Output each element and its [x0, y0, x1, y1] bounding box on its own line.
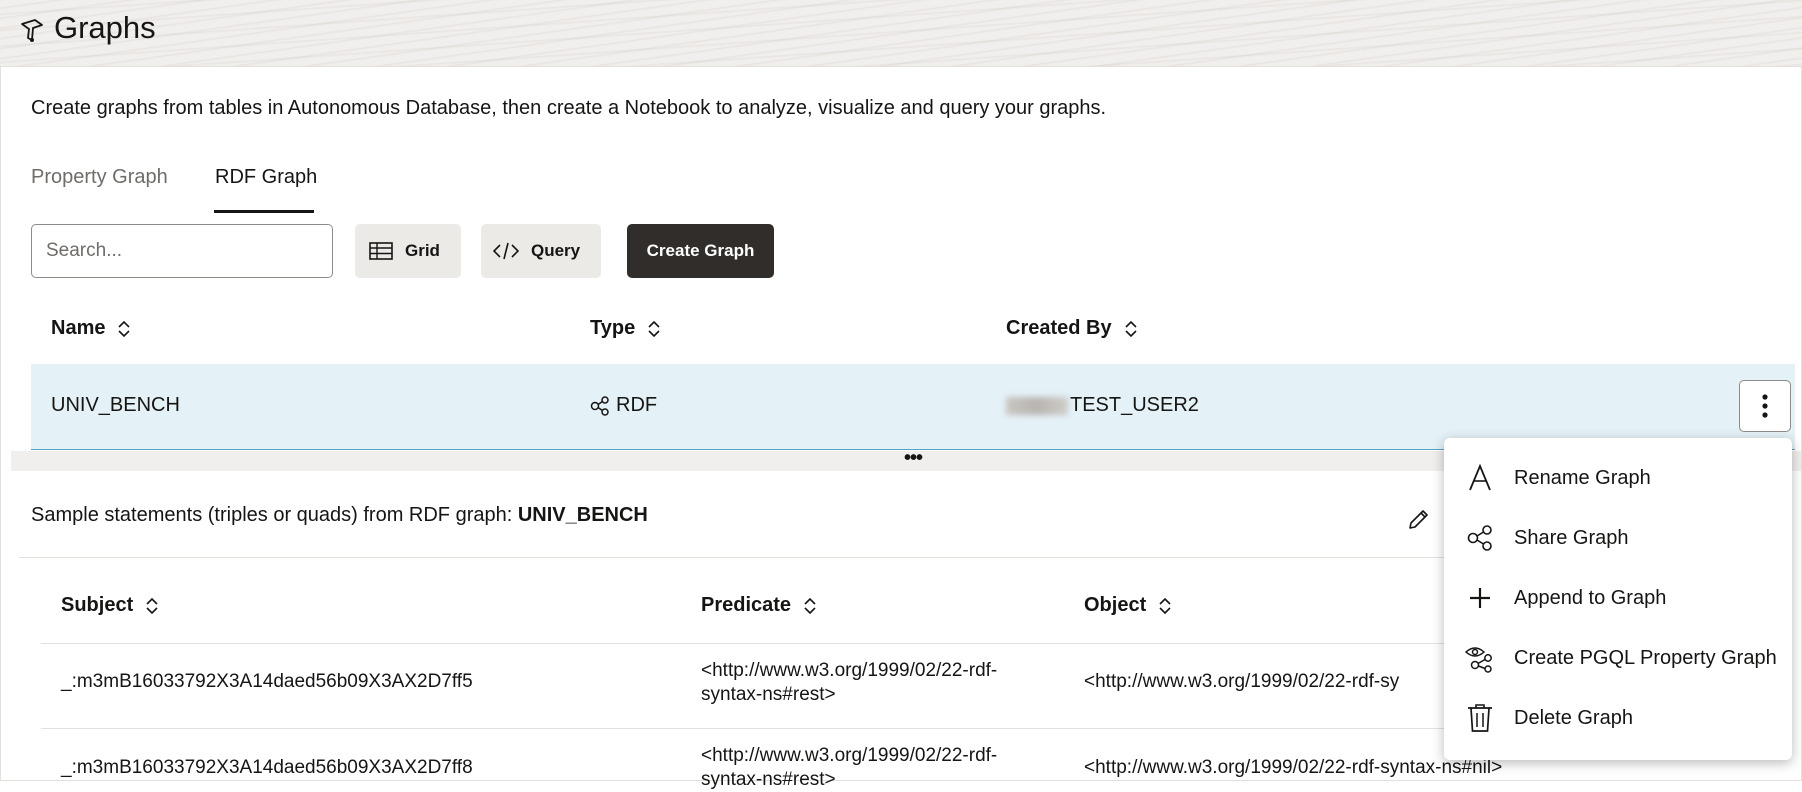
grid-icon — [369, 242, 393, 260]
graph-name-cell: UNIV_BENCH — [51, 394, 180, 416]
query-view-button[interactable]: Query — [481, 224, 601, 278]
kebab-menu-icon — [1762, 394, 1768, 418]
subject-cell: _:m3mB16033792X3A14daed56b09X3AX2D7ff8 — [61, 757, 473, 778]
sample-graph-name: UNIV_BENCH — [517, 504, 648, 526]
sort-icon — [146, 597, 158, 614]
sort-icon — [804, 597, 816, 614]
pgql-graph-icon — [1465, 647, 1492, 673]
sort-icon — [118, 320, 131, 337]
column-header-subject[interactable]: Subject — [61, 594, 159, 617]
code-icon — [493, 242, 519, 260]
menu-item-create-pgql-property-graph[interactable]: Create PGQL Property Graph — [1444, 628, 1792, 688]
redacted-text — [1006, 396, 1068, 415]
row-divider — [41, 728, 1471, 729]
edit-pencil-icon[interactable] — [1407, 507, 1431, 531]
divider — [19, 557, 1469, 558]
rename-icon — [1469, 464, 1491, 491]
sort-icon — [648, 320, 660, 337]
active-tab-indicator — [214, 210, 314, 213]
splitter-handle[interactable]: ••• — [904, 448, 923, 468]
trash-icon — [1468, 704, 1492, 732]
plus-icon — [1470, 588, 1490, 608]
rdf-graph-icon — [590, 395, 609, 416]
column-header-predicate[interactable]: Predicate — [701, 594, 817, 617]
created-by-cell: TEST_USER2 — [1006, 394, 1199, 417]
row-actions-menu: Rename Graph Share Graph Append to Graph — [1444, 438, 1792, 760]
menu-item-delete-graph[interactable]: Delete Graph — [1444, 688, 1792, 748]
menu-item-rename-graph[interactable]: Rename Graph — [1444, 448, 1792, 508]
subject-cell: _:m3mB16033792X3A14daed56b09X3AX2D7ff5 — [61, 671, 473, 692]
query-button-label: Query — [531, 241, 581, 260]
predicate-cell: <http://www.w3.org/1999/02/22-rdf-syntax… — [701, 745, 998, 790]
predicate-cell: <http://www.w3.org/1999/02/22-rdf-syntax… — [701, 660, 998, 705]
column-header-created-by[interactable]: Created By — [1006, 317, 1138, 340]
sample-statements-title: Sample statements (triples or quads) fro… — [31, 504, 648, 526]
graph-studio-logo-icon — [21, 19, 43, 42]
column-header-type[interactable]: Type — [590, 317, 661, 340]
row-divider — [41, 643, 1471, 644]
page-title: Graphs — [54, 10, 156, 45]
menu-item-share-graph[interactable]: Share Graph — [1444, 508, 1792, 568]
page-description: Create graphs from tables in Autonomous … — [31, 97, 1107, 119]
graph-type-cell: RDF — [590, 394, 657, 417]
grid-button-label: Grid — [405, 241, 440, 260]
object-cell: <http://www.w3.org/1999/02/22-rdf-syntax… — [1084, 757, 1503, 778]
sort-icon — [1125, 320, 1137, 337]
column-header-object[interactable]: Object — [1084, 594, 1172, 617]
row-actions-button[interactable] — [1739, 380, 1791, 432]
create-graph-button[interactable]: Create Graph — [627, 224, 774, 278]
tab-rdf-graph[interactable]: RDF Graph — [215, 166, 317, 189]
app-header: Graphs — [0, 0, 1802, 66]
menu-item-append-to-graph[interactable]: Append to Graph — [1444, 568, 1792, 628]
search-input[interactable] — [31, 224, 333, 278]
sort-icon — [1159, 597, 1171, 614]
grid-view-button[interactable]: Grid — [355, 224, 461, 278]
object-cell: <http://www.w3.org/1999/02/22-rdf-sy — [1084, 671, 1400, 692]
column-header-name[interactable]: Name — [51, 317, 131, 340]
share-icon — [1467, 525, 1492, 551]
tab-property-graph[interactable]: Property Graph — [31, 166, 168, 189]
